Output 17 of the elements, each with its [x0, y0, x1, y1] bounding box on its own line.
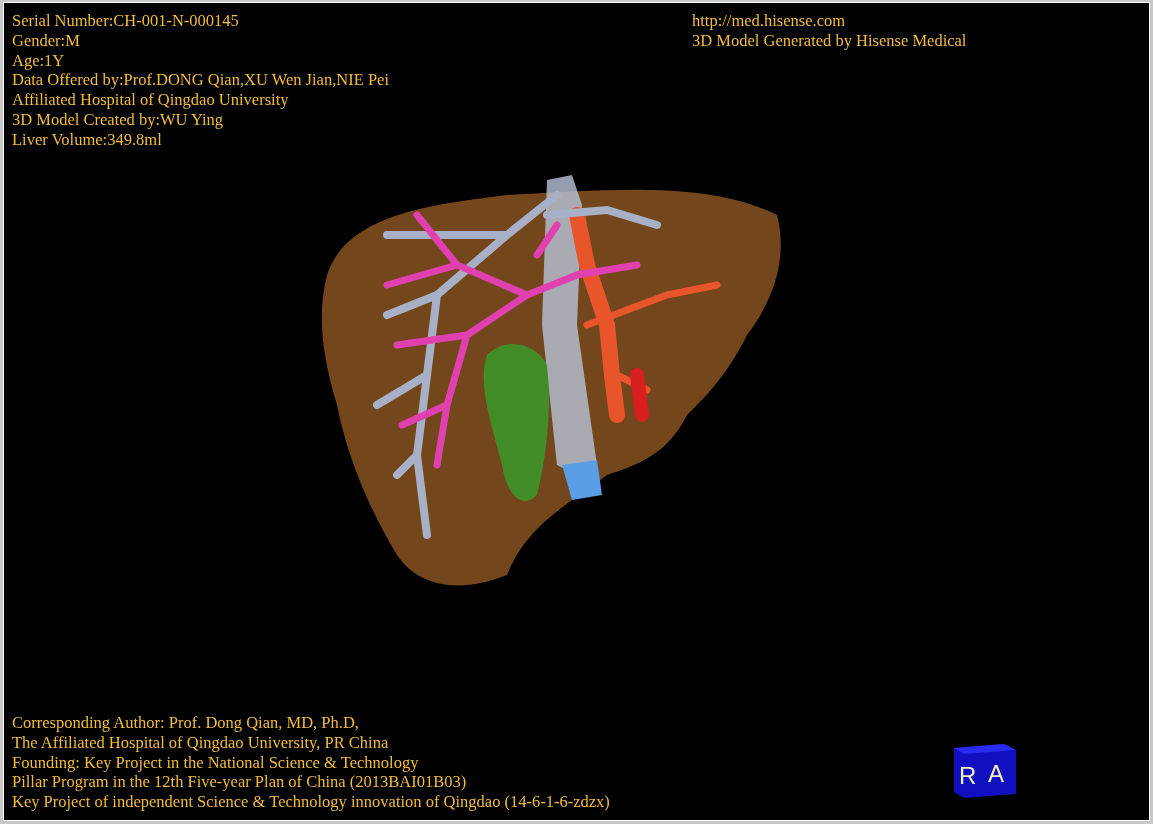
patient-info-line: Serial Number:CH-001-N-000145: [12, 11, 239, 31]
patient-info-line: Data Offered by:Prof.DONG Qian,XU Wen Jian,NIE Pei: [12, 70, 390, 91]
generator-info-line: 3D Model Generated by Hisense Medical: [692, 30, 967, 51]
patient-info-line: Affiliated Hospital of Qingdao University: [12, 90, 289, 110]
orientation-cube[interactable]: R A: [954, 744, 1016, 798]
credits-line: Corresponding Author: Prof. Dong Qian, MD, Ph.D,: [12, 713, 359, 733]
credits-line: Key Project of independent Science & Technology innovation of Qingdao (14-6-1-6-zdzx): [12, 792, 610, 812]
generator-info-line: http://med.hisense.com: [692, 11, 846, 31]
cube-face-label: R: [959, 762, 977, 789]
credits-line: The Affiliated Hospital of Qingdao University, PR China: [12, 732, 389, 753]
credits-line: Pillar Program in the 12th Five-year Plan of China (2013BAI01B03): [12, 772, 467, 793]
credits-line: Founding: Key Project in the National Science & Technology: [12, 752, 419, 773]
patient-info-line: Liver Volume:349.8ml: [12, 129, 162, 150]
cube-face-label: A: [988, 760, 1004, 787]
patient-info-line: 3D Model Created by:WU Ying: [12, 110, 224, 130]
patient-info-line: Age:1Y: [12, 50, 65, 71]
patient-info-line: Gender:M: [12, 30, 80, 51]
